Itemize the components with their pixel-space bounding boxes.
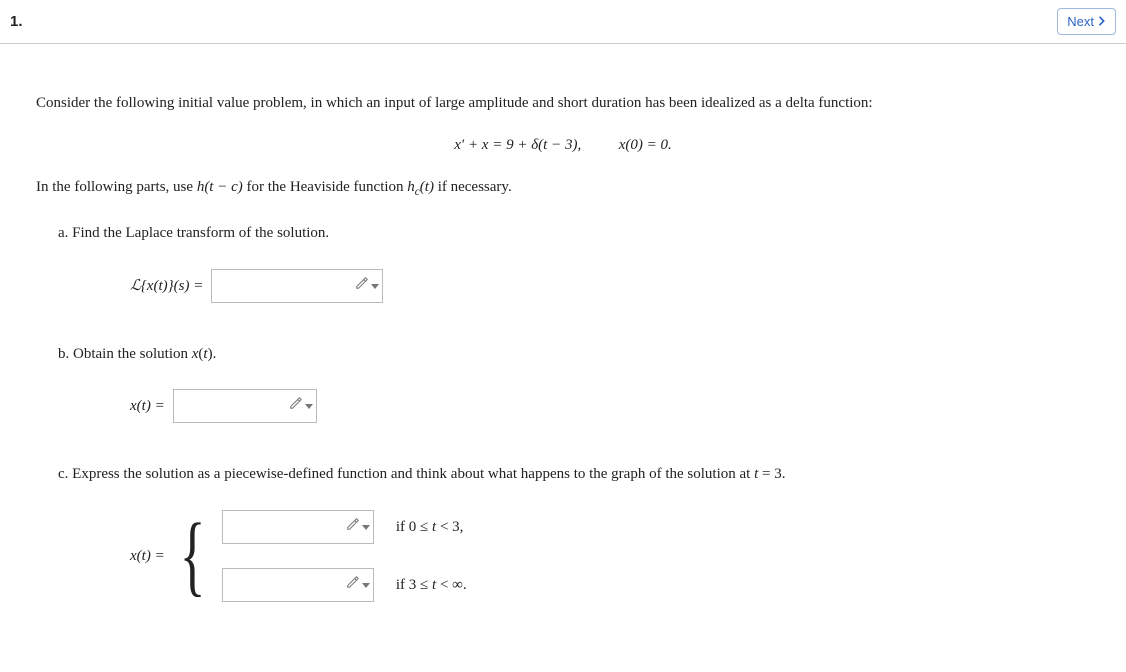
part-c-label: c. Express the solution as a piecewise-d… (58, 463, 1090, 486)
part-b: b. Obtain the solution x(t). x(t) = (58, 343, 1090, 424)
case-2-condition: if 3 ≤ t < ∞. (396, 574, 467, 597)
part-a-field[interactable] (211, 269, 383, 303)
part-c-field-2[interactable] (222, 568, 374, 602)
part-c-lhs: x(t) = (130, 545, 165, 568)
equation-editor-icon[interactable] (358, 277, 376, 295)
question-body: Consider the following initial value pro… (0, 44, 1126, 672)
ivp-equation: x′ + x = 9 + δ(t − 3), x(0) = 0. (36, 137, 1090, 154)
problem-intro: Consider the following initial value pro… (36, 92, 1090, 115)
equation-editor-icon[interactable] (292, 397, 310, 415)
case-row-2: if 3 ≤ t < ∞. (222, 568, 467, 602)
case-1-condition: if 0 ≤ t < 3, (396, 516, 464, 539)
part-c-input-2[interactable] (229, 576, 349, 593)
question-number: 1. (10, 13, 23, 30)
chevron-right-icon (1098, 14, 1106, 29)
part-a-label: a. Find the Laplace transform of the sol… (58, 222, 1090, 245)
part-b-label: b. Obtain the solution x(t). (58, 343, 1090, 366)
question-header: 1. Next (0, 0, 1126, 44)
left-brace-icon: { (179, 515, 205, 596)
part-b-input[interactable] (180, 398, 292, 415)
part-a-input[interactable] (218, 277, 358, 294)
equation-editor-icon[interactable] (349, 518, 367, 536)
part-c-input-1[interactable] (229, 518, 349, 535)
part-a-lhs: ℒ{x(t)}(s) = (130, 275, 203, 298)
part-c-field-1[interactable] (222, 510, 374, 544)
part-a: a. Find the Laplace transform of the sol… (58, 222, 1090, 303)
next-button[interactable]: Next (1057, 8, 1116, 35)
heaviside-note: In the following parts, use h(t − c) for… (36, 176, 1090, 201)
part-b-field[interactable] (173, 389, 317, 423)
part-b-lhs: x(t) = (130, 395, 165, 418)
part-c: c. Express the solution as a piecewise-d… (58, 463, 1090, 602)
next-button-label: Next (1067, 14, 1094, 29)
case-row-1: if 0 ≤ t < 3, (222, 510, 467, 544)
equation-editor-icon[interactable] (349, 576, 367, 594)
